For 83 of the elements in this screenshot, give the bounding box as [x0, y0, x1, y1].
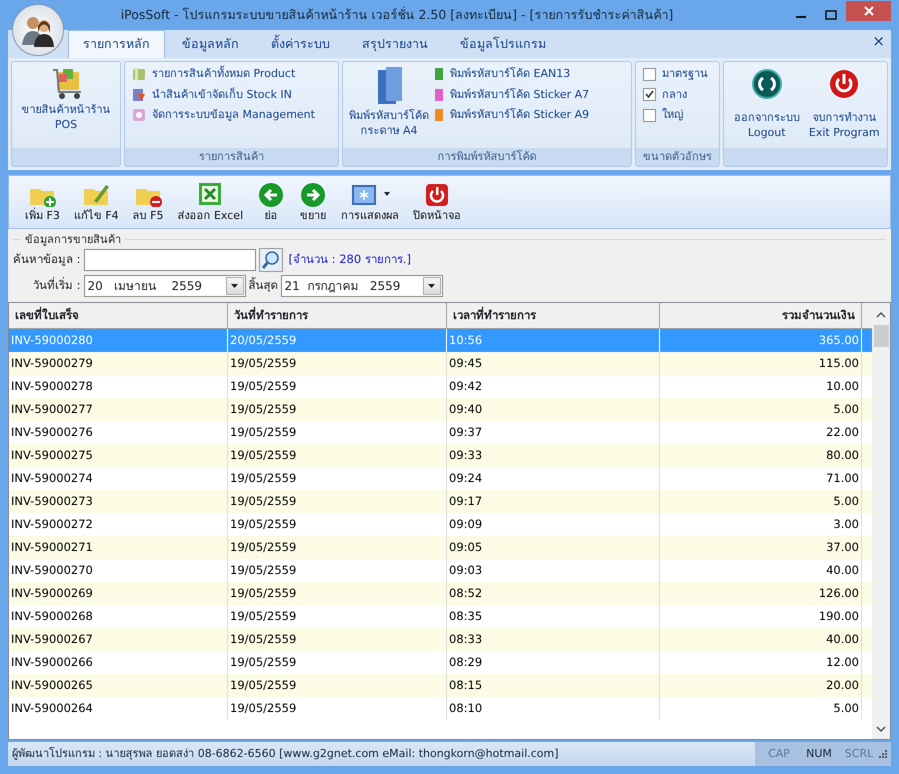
toolbar-button[interactable]: การแสดงผล [335, 180, 406, 224]
search-field[interactable] [84, 249, 256, 271]
table-row[interactable]: INV-59000273 19/05/2559 09:17 5.00 [9, 490, 872, 513]
column-header[interactable]: เวลาที่ทำรายการ [447, 303, 660, 328]
toolbar-button[interactable]: ลบ F5 [126, 180, 170, 224]
ribbon-tab[interactable]: สรุปรายงาน [347, 30, 443, 58]
ribbon-item[interactable]: พิมพ์รหัสบาร์โค้ด EAN13 [431, 64, 592, 84]
table-row[interactable]: INV-59000279 19/05/2559 09:45 115.00 [9, 352, 872, 375]
dropdown-icon [428, 284, 436, 288]
field-label: วันที่เริ่ม : [33, 277, 81, 294]
table-row[interactable]: INV-59000267 19/05/2559 08:33 40.00 [9, 628, 872, 651]
close-icon [864, 6, 874, 16]
exit-button[interactable]: จบการทำงาน Exit Program [806, 64, 883, 146]
scrollbar[interactable] [872, 303, 890, 739]
search-button[interactable] [258, 248, 283, 272]
table-cell: 19/05/2559 [228, 697, 447, 720]
maximize-icon [825, 10, 837, 20]
key-indicator: SCRL [844, 746, 874, 762]
checkbox[interactable] [643, 88, 656, 102]
stock-icon [132, 88, 146, 102]
ribbon-tab[interactable]: ข้อมูลหลัก [167, 30, 254, 58]
toolbar-button[interactable]: แก้ไข F4 [68, 180, 125, 224]
group-title: ข้อมูลการขายสินค้า [21, 232, 125, 248]
table-row[interactable]: INV-59000271 19/05/2559 09:05 37.00 [9, 536, 872, 559]
table-row[interactable]: INV-59000265 19/05/2559 08:15 20.00 [9, 674, 872, 697]
logout-button[interactable]: ออกจากระบบ Logout [728, 64, 806, 146]
ribbon-item[interactable]: จัดการระบบข้อมูล Management [129, 105, 334, 126]
gear-icon [132, 108, 146, 122]
group-title: การพิมพ์รหัสบาร์โค้ด [343, 148, 631, 166]
ribbon-tab[interactable]: ตั้งค่าระบบ [256, 30, 345, 58]
scroll-thumb[interactable] [874, 325, 888, 347]
search-icon [258, 248, 283, 272]
column-header[interactable]: รวมจำนวนเงิน [660, 303, 862, 328]
group-title: ขนาดตัวอักษร [636, 148, 719, 166]
scroll-down-icon [876, 725, 886, 733]
checkbox[interactable] [643, 108, 656, 122]
ribbon-item[interactable]: นำสินค้าเข้าจัดเก็บ Stock IN [129, 84, 334, 105]
column-header[interactable]: วันที่ทำรายการ [228, 303, 447, 328]
resize-grip-icon [879, 750, 887, 758]
field-label: สิ้นสุด [248, 277, 278, 294]
table-row[interactable]: INV-59000275 19/05/2559 09:33 80.00 [9, 444, 872, 467]
print-a4-button[interactable]: พิมพ์รหัสบาร์โค้ด กระดาษ A4 [347, 64, 431, 146]
font-size-option[interactable]: ใหญ่ [640, 105, 715, 126]
close-button[interactable]: × [870, 34, 887, 49]
scroll-up-icon [876, 311, 886, 319]
toolbar-button[interactable]: ส่งออก Excel [171, 180, 250, 224]
font-size-option[interactable]: มาตรฐาน [640, 64, 715, 84]
ribbon-item[interactable]: พิมพ์รหัสบาร์โค้ด Sticker A9 [431, 105, 592, 126]
column-header[interactable]: เลขที่ใบเสร็จ [9, 303, 228, 328]
binder-icon [434, 108, 444, 122]
field-label: ค้นหาข้อมูล : [13, 251, 81, 268]
status-text: ผู้พัฒนาโปรแกรม : นายสุรพล ยอดสง่า 08-6862-6560 [www.g2gnet.com eMail: thongkorn@hotmail.com] [11, 746, 560, 762]
record-count: [จำนวน : 280 รายการ.] [288, 251, 411, 268]
power-icon [828, 68, 860, 100]
close-button[interactable] [846, 1, 891, 21]
font-size-option[interactable]: กลาง [640, 84, 715, 105]
ribbon-item[interactable]: รายการสินค้าทั้งหมด Product [129, 64, 334, 84]
group-title: รายการสินค้า [125, 148, 338, 166]
toolbar-button[interactable]: เพิ่ม F3 [19, 180, 66, 224]
key-indicator: CAP [767, 746, 791, 762]
key-indicator: NUM [805, 746, 833, 762]
caret-icon [384, 192, 390, 196]
checkbox[interactable] [643, 68, 656, 81]
ribbon-tab[interactable]: รายการหลัก [68, 30, 165, 58]
table-cell: INV-59000264 [9, 697, 228, 720]
toolbar-button[interactable]: ขยาย [293, 180, 334, 224]
date-picker[interactable]: 20 เมษายน 2559 [84, 275, 246, 297]
ribbon-tab[interactable]: ข้อมูลโปรแกรม [445, 30, 561, 58]
table-cell: 5.00 [660, 697, 862, 720]
toolbar-button[interactable]: ปิดหน้าจอ [407, 180, 468, 224]
database-icon [132, 67, 146, 82]
app-menu-button[interactable] [12, 4, 64, 56]
date-picker[interactable]: 21 กรกฎาคม 2559 [280, 275, 443, 297]
table-cell: 08:10 [447, 697, 660, 720]
ribbon-item[interactable]: พิมพ์รหัสบาร์โค้ด Sticker A7 [431, 84, 592, 105]
dropdown-icon [231, 284, 238, 288]
binder-icon [434, 88, 444, 102]
table-row[interactable]: INV-59000277 19/05/2559 09:40 5.00 [9, 398, 872, 421]
refresh-icon [750, 68, 783, 100]
table-row[interactable]: INV-59000269 19/05/2559 08:52 126.00 [9, 582, 872, 605]
binder-icon [434, 67, 444, 82]
window-title: iPosSoft - โปรแกรมระบบขายสินค้าหน้าร้าน เวอร์ชั่น 2.50 [ลงทะเบียน] - [รายการรับชำระค่าสินค้า] [120, 6, 674, 24]
toolbar-button[interactable]: ย่อ [251, 180, 292, 224]
